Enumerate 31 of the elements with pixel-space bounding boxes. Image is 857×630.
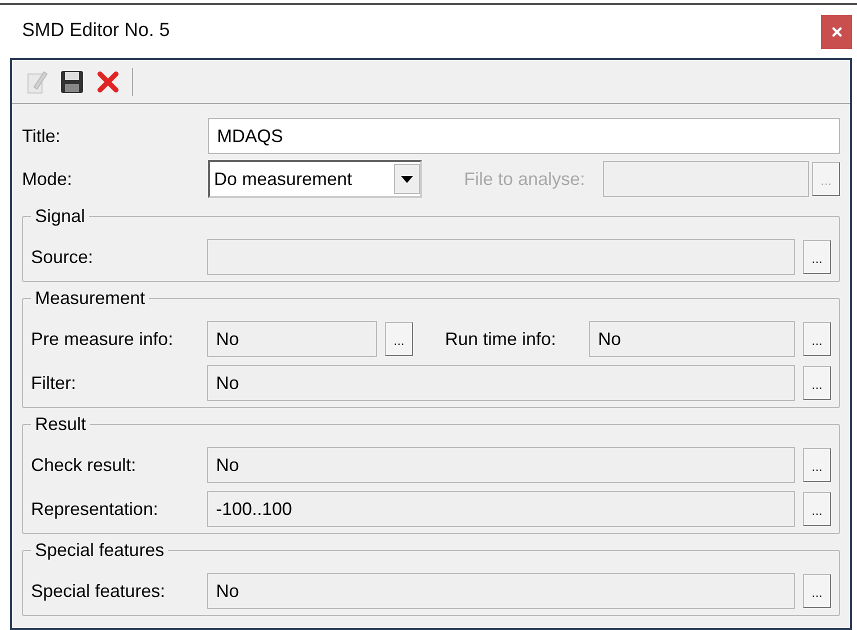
field-label: Run time info:	[444, 328, 558, 350]
value-field[interactable]: No	[207, 365, 795, 401]
browse-button[interactable]: ...	[803, 492, 831, 526]
browse-button[interactable]: ...	[803, 574, 831, 608]
browse-button[interactable]: ...	[803, 322, 831, 356]
browse-button[interactable]: ...	[803, 240, 831, 274]
value-field[interactable]: No	[589, 321, 795, 357]
file-field[interactable]	[603, 161, 809, 197]
field-label: Filter:	[31, 372, 77, 394]
title-input[interactable]: MDAQS	[208, 118, 840, 154]
value-field[interactable]	[207, 239, 795, 275]
field-label: Mode:	[22, 168, 74, 190]
delete-icon[interactable]	[96, 70, 120, 94]
value-field[interactable]: -100..100	[207, 491, 795, 527]
browse-button[interactable]: ...	[803, 366, 831, 400]
field-label: Check result:	[31, 454, 138, 476]
value-field[interactable]: No	[207, 447, 795, 483]
field-label: Source:	[31, 246, 94, 268]
value-field[interactable]: No	[207, 573, 795, 609]
close-button[interactable]	[821, 14, 852, 48]
browse-button[interactable]: ...	[803, 448, 831, 482]
browse-button[interactable]: ...	[385, 322, 413, 356]
window-title: SMD Editor No. 5	[22, 19, 171, 44]
field-label: File to analyse:	[463, 168, 586, 191]
field-label: Pre measure info:	[31, 328, 174, 350]
field-label: Special features:	[31, 580, 166, 603]
value-field[interactable]: No	[207, 321, 377, 357]
field-label: Title:	[22, 124, 62, 148]
mode-dropdown[interactable]: Do measurement	[208, 160, 422, 198]
field-label: Representation:	[31, 498, 160, 521]
close-icon	[830, 24, 844, 38]
